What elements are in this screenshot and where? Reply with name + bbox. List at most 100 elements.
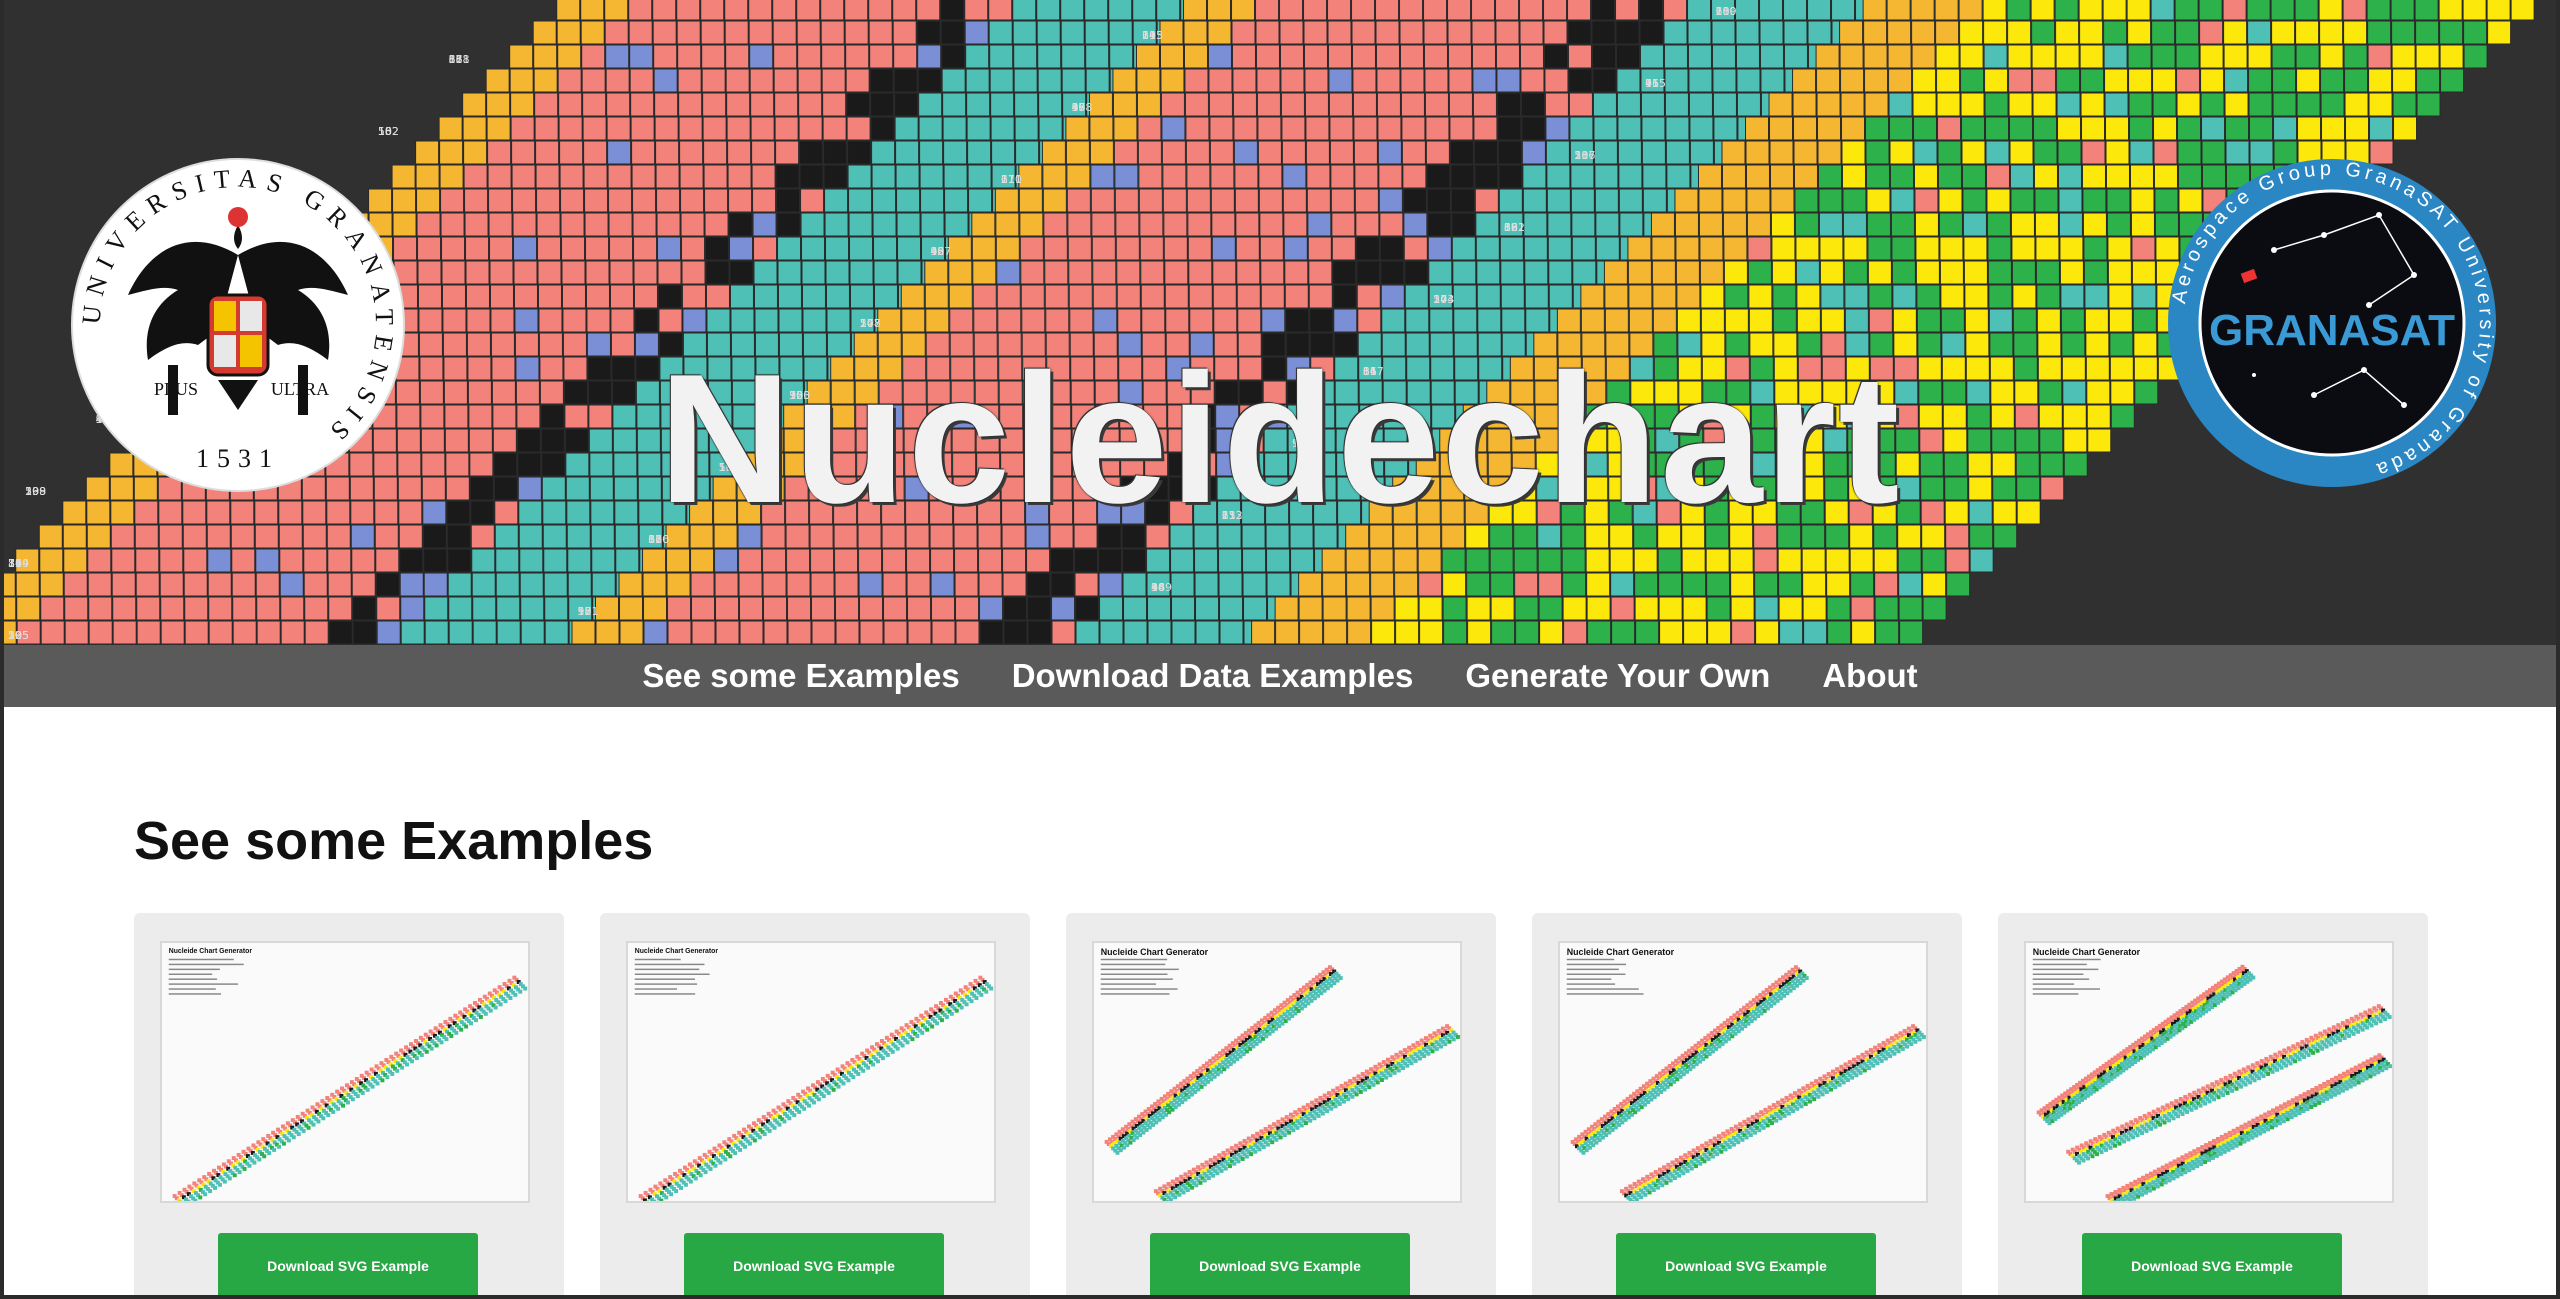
chart-cell <box>940 20 965 45</box>
chart-cell <box>1689 116 1714 141</box>
chart-cell <box>1423 44 1448 69</box>
chart-cell <box>1451 236 1476 261</box>
example-thumbnail[interactable]: Nucleide Chart Generator <box>160 941 530 1203</box>
example-thumbnail[interactable]: Nucleide Chart Generator <box>1558 941 1928 1203</box>
chart-cell <box>1123 620 1148 645</box>
chart-cell <box>1036 0 1061 21</box>
thumbnail-cell <box>1304 1121 1308 1126</box>
chart-cell <box>375 548 400 573</box>
chart-cell <box>1234 164 1259 189</box>
chart-cell <box>1258 164 1283 189</box>
chart-cell <box>1563 620 1588 645</box>
thumbnail-cell <box>1215 1171 1220 1176</box>
chart-cell <box>882 548 907 573</box>
nav-about[interactable]: About <box>1822 657 1917 695</box>
chart-cell <box>1818 212 1843 237</box>
thumbnail-cell <box>925 1027 930 1032</box>
chart-cell <box>463 164 488 189</box>
chart-cell <box>1794 188 1819 213</box>
chart-cell <box>1938 212 1963 237</box>
chart-cell <box>2104 68 2129 93</box>
chart-cell <box>1498 188 1523 213</box>
chart-cell <box>2176 92 2201 117</box>
thumbnail-text-line <box>1100 963 1166 966</box>
chart-cell <box>1594 188 1619 213</box>
chart-cell <box>184 620 209 645</box>
nav-generate-your-own[interactable]: Generate Your Own <box>1465 657 1770 695</box>
chart-cell <box>441 284 466 309</box>
download-svg-button[interactable]: Download SVG Example <box>684 1233 944 1295</box>
chart-cell <box>1615 20 1640 45</box>
chart-cell <box>2007 20 2032 45</box>
chart-cell <box>1936 68 1961 93</box>
example-thumbnail[interactable]: Nucleide Chart Generator <box>1092 941 1462 1203</box>
chart-cell <box>1689 140 1714 165</box>
chart-cell <box>1595 236 1620 261</box>
chart-cell <box>423 572 448 597</box>
chart-cell <box>1571 236 1596 261</box>
nav-see-examples[interactable]: See some Examples <box>642 657 959 695</box>
chart-cell <box>1722 212 1747 237</box>
chart-cell <box>604 0 629 21</box>
chart-cell <box>2439 44 2464 69</box>
chart-cell <box>1068 260 1093 285</box>
thumbnail-cell <box>1219 1168 1224 1173</box>
chart-cell <box>536 212 561 237</box>
chart-cell <box>2150 0 2175 21</box>
chart-cell <box>87 548 112 573</box>
chart-cell <box>1722 188 1747 213</box>
chart-cell <box>489 236 514 261</box>
chart-cell <box>1513 548 1538 573</box>
thumbnail-cell <box>444 1037 449 1042</box>
chart-cell <box>1256 92 1281 117</box>
thumbnail-cell <box>777 1122 782 1127</box>
chart-cell <box>399 548 424 573</box>
chart-cell <box>1208 68 1233 93</box>
chart-cell <box>678 92 703 117</box>
chart-cell <box>1586 596 1611 621</box>
chart-cell <box>633 260 658 285</box>
chart-cell <box>64 620 89 645</box>
chart-cell <box>1355 212 1380 237</box>
chart-cell <box>1897 548 1922 573</box>
download-svg-button[interactable]: Download SVG Example <box>218 1233 478 1295</box>
chart-cell <box>1210 188 1235 213</box>
chart-cell <box>1355 236 1380 261</box>
chart-cell <box>1050 548 1075 573</box>
thumbnail-text-line <box>1566 958 1615 961</box>
thumbnail-cell <box>316 1119 321 1124</box>
chart-cell <box>561 236 586 261</box>
chart-cell <box>1307 236 1332 261</box>
download-svg-button[interactable]: Download SVG Example <box>1150 1233 1410 1295</box>
chart-cell <box>1085 44 1110 69</box>
thumbnail-cell <box>350 1097 355 1102</box>
chart-cell <box>965 68 990 93</box>
chart-cell <box>1802 572 1827 597</box>
chart-cell <box>2391 20 2416 45</box>
chart-cell <box>988 0 1013 21</box>
chart-cell <box>1639 20 1664 45</box>
chart-cell <box>1147 596 1172 621</box>
chart-cell <box>304 620 329 645</box>
chart-cell <box>1591 44 1616 69</box>
thumbnail-cell <box>944 1015 949 1019</box>
nav-download-data-examples[interactable]: Download Data Examples <box>1012 657 1414 695</box>
granasat-logo[interactable]: Aerospace Group GranaSAT University of G… <box>2164 155 2500 491</box>
chart-cell <box>1538 572 1563 597</box>
chart-cell <box>487 164 512 189</box>
thumbnail-cell <box>301 1128 306 1133</box>
chart-cell <box>1448 92 1473 117</box>
chart-cell <box>869 44 894 69</box>
chart-cell <box>1236 260 1261 285</box>
chart-cell <box>1041 140 1066 165</box>
chart-cell <box>1259 236 1284 261</box>
chart-cell <box>1425 140 1450 165</box>
chart-cell <box>559 164 584 189</box>
chart-cell <box>1831 0 1856 21</box>
example-thumbnail[interactable]: Nucleide Chart Generator <box>626 941 996 1203</box>
chart-cell <box>1331 236 1356 261</box>
chart-cell <box>1489 548 1514 573</box>
chart-cell <box>916 20 941 45</box>
chart-cell <box>2131 236 2156 261</box>
chart-cell <box>2392 68 2417 93</box>
